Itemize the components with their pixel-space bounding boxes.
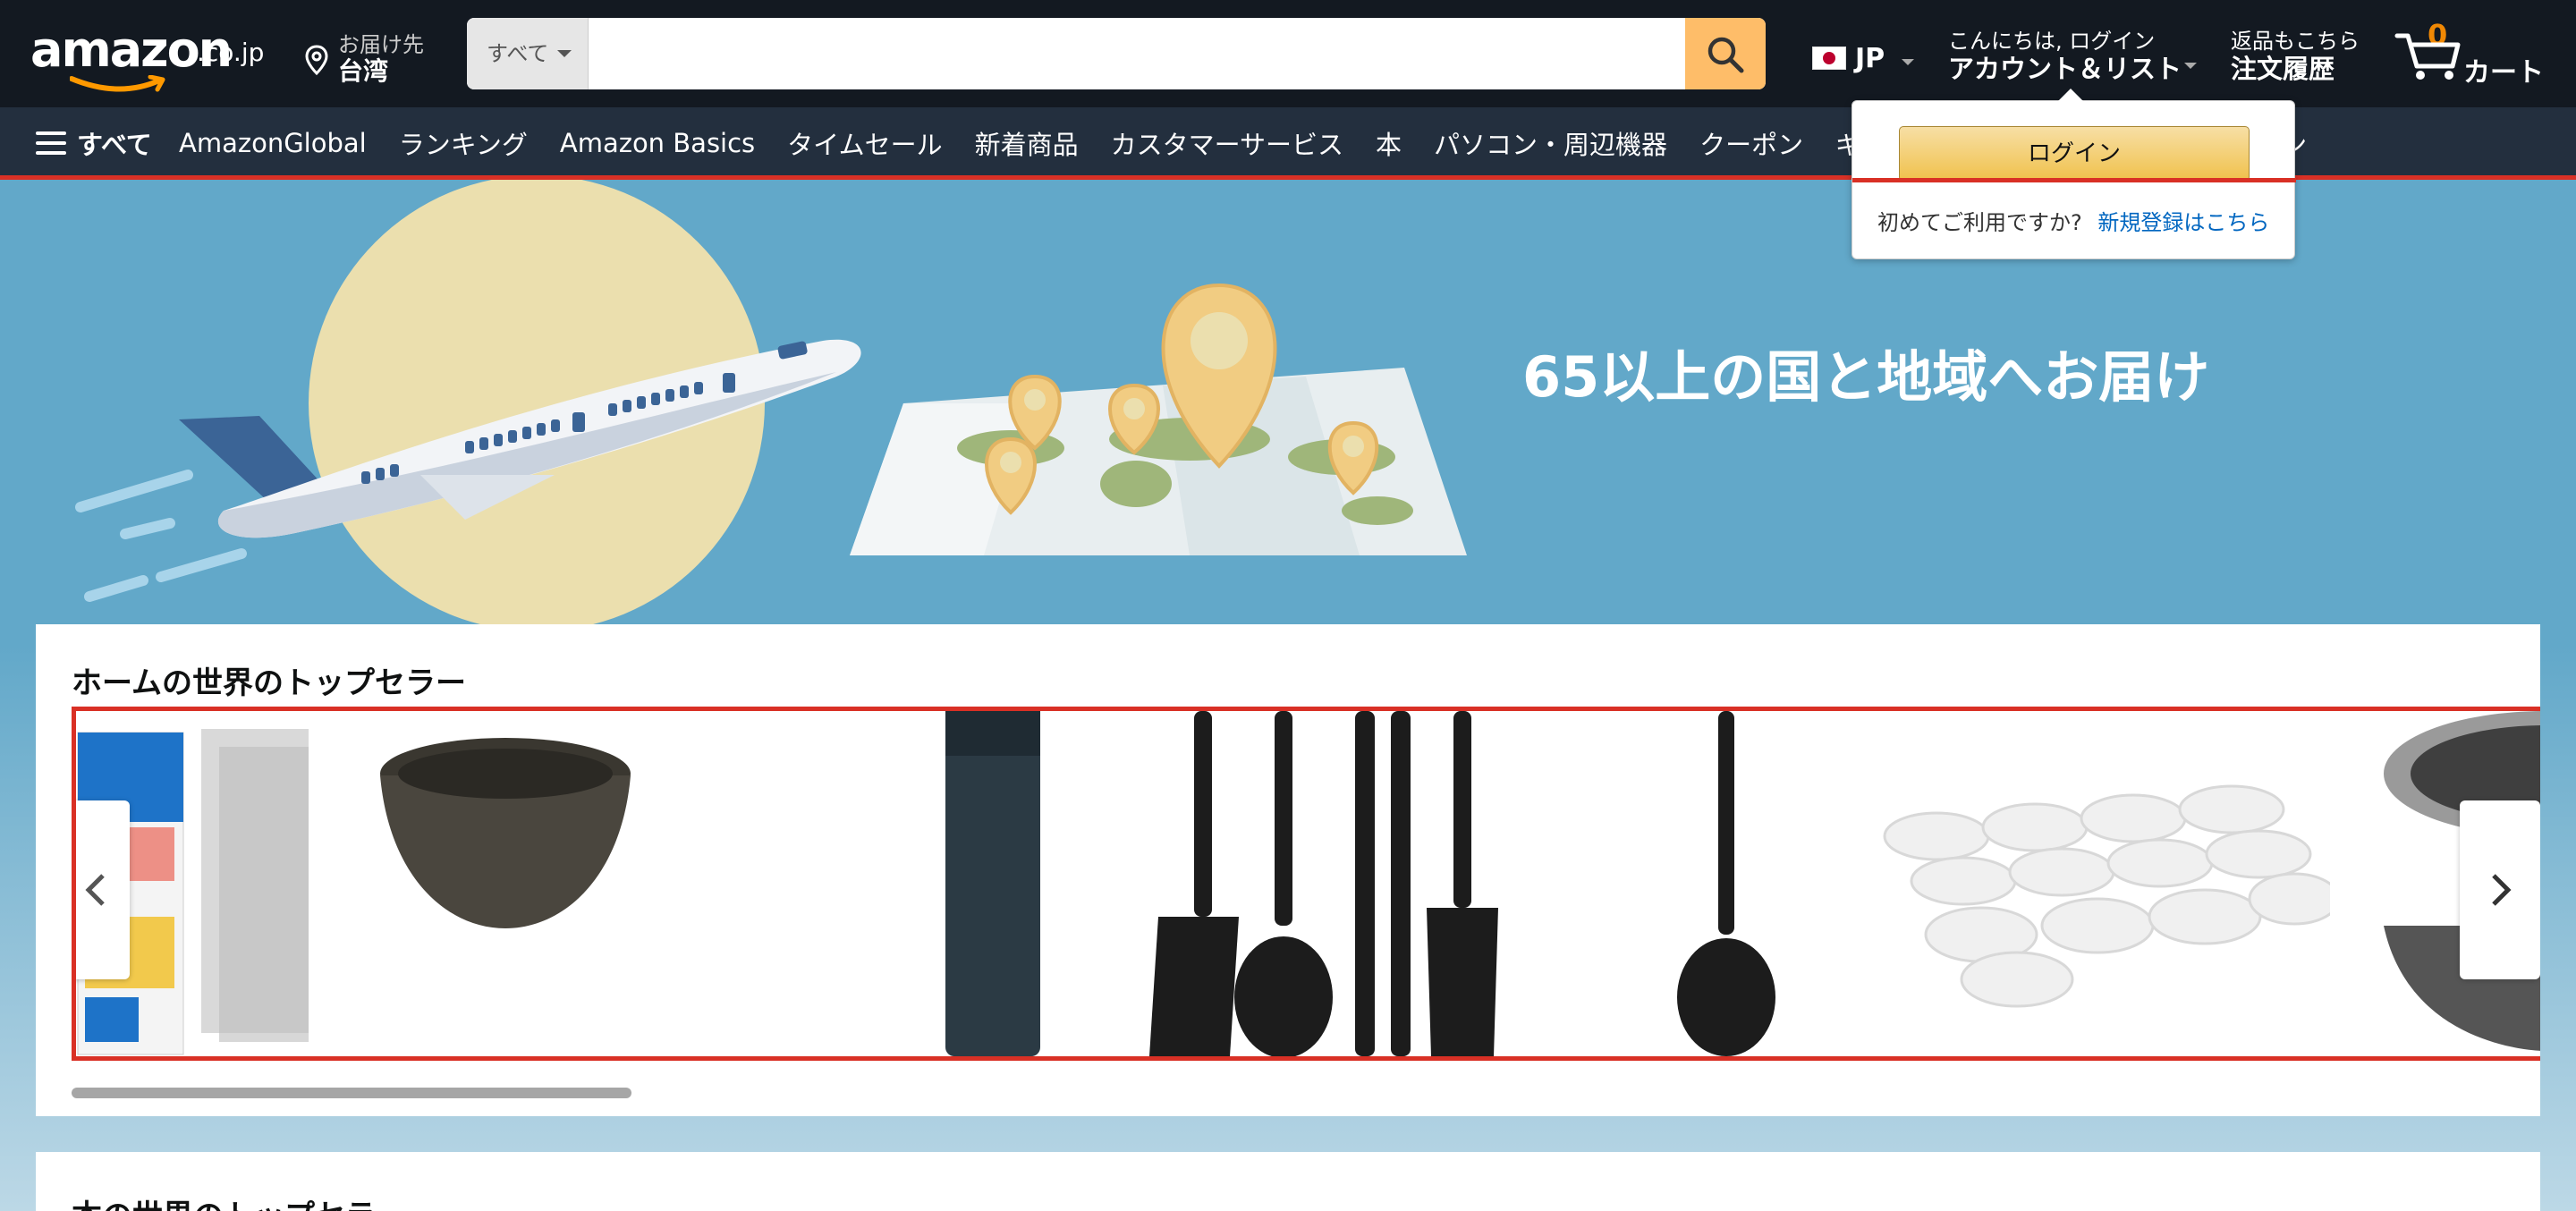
returns-orders[interactable]: 返品もこちら 注文履歴 [2231, 23, 2410, 84]
deliver-to[interactable]: お届け先 台湾 [304, 25, 438, 86]
product-carousel [72, 707, 2540, 1061]
chevron-right-icon [2492, 874, 2512, 906]
deliver-location: 台湾 [338, 56, 389, 86]
hamburger-menu-icon [36, 131, 66, 155]
language-code: JP [1855, 43, 1885, 74]
register-link[interactable]: 新規登録はこちら [2097, 210, 2269, 235]
account-lists[interactable]: こんにちは, ログイン アカウント＆リスト [1948, 23, 2216, 84]
nav-item-new-arrivals[interactable]: 新着商品 [975, 124, 1079, 162]
product-ceramic-bowl[interactable] [371, 711, 640, 1056]
search-icon [1707, 37, 1744, 73]
orders-line2: 注文履歴 [2231, 54, 2335, 84]
japan-flag-icon [1812, 47, 1846, 70]
nav-item-ranking[interactable]: ランキング [399, 124, 528, 162]
chevron-down-icon [2184, 63, 2197, 69]
login-button[interactable]: ログイン [1899, 126, 2250, 182]
product-kitchen-utensil-set[interactable] [1140, 711, 1588, 1056]
chevron-down-icon [557, 50, 572, 57]
section-title[interactable]: 本の世界のトップセラー [72, 1191, 406, 1211]
product-vacuum-bottle[interactable] [935, 711, 1051, 1056]
new-customer-row: 初めてご利用ですか? 新規登録はこちら [1877, 205, 2269, 236]
new-customer-text: 初めてご利用ですか? [1877, 210, 2082, 235]
carousel-scrollbar[interactable] [72, 1088, 631, 1098]
search-input[interactable] [589, 18, 1685, 89]
section-title[interactable]: ホームの世界のトップセラー [72, 658, 466, 702]
search-category-label: すべて [487, 41, 549, 66]
carousel-prev-button[interactable] [76, 800, 130, 979]
smile-arrow-icon [70, 75, 165, 92]
login-popover: ログイン 初めてご利用ですか? 新規登録はこちら [1852, 89, 2296, 259]
cart-icon [2394, 33, 2461, 80]
nav-all-menu[interactable]: すべて [36, 107, 152, 179]
chevron-left-icon [85, 874, 105, 906]
nav-item-customer-service[interactable]: カスタマーサービス [1111, 124, 1343, 162]
nav-item-books[interactable]: 本 [1376, 124, 1402, 162]
nav-all-label: すべて [77, 130, 152, 160]
logo-tld: .co.jp [197, 38, 265, 67]
nav-item-computers[interactable]: パソコン・周辺機器 [1434, 124, 1667, 162]
account-label: アカウント＆リスト [1948, 54, 2182, 84]
bestsellers-card: ホームの世界のトップセラー [36, 624, 2540, 1116]
airplane-illustration [75, 180, 1467, 627]
chevron-down-icon [1902, 59, 1914, 65]
carousel-next-button[interactable] [2460, 800, 2540, 979]
amazon-logo[interactable]: amazon .co.jp [30, 20, 272, 92]
cart-button[interactable]: 0 カート [2394, 18, 2555, 89]
search-button[interactable] [1685, 18, 1766, 89]
product-serving-spoon[interactable] [1659, 711, 1793, 1056]
search-category-select[interactable]: すべて [467, 18, 589, 89]
product-plastic-containers[interactable] [1829, 711, 2330, 1056]
books-bestsellers-card: 本の世界のトップセラー [36, 1152, 2540, 1211]
hero-title: 65以上の国と地域へお届け [1522, 344, 2210, 410]
nav-item-timesale[interactable]: タイムセール [787, 124, 942, 162]
top-header: amazon .co.jp お届け先 台湾 すべて JP こんにちは, ログイン… [0, 0, 2576, 107]
highlight-line [1852, 178, 2296, 182]
cart-label: カート [2463, 57, 2544, 89]
location-pin-icon [305, 45, 328, 75]
search-bar: すべて [467, 18, 1766, 89]
nav-item-amazon-basics[interactable]: Amazon Basics [560, 128, 755, 158]
nav-item-coupons[interactable]: クーポン [1699, 124, 1803, 162]
nav-item-amazonglobal[interactable]: AmazonGlobal [179, 128, 367, 158]
